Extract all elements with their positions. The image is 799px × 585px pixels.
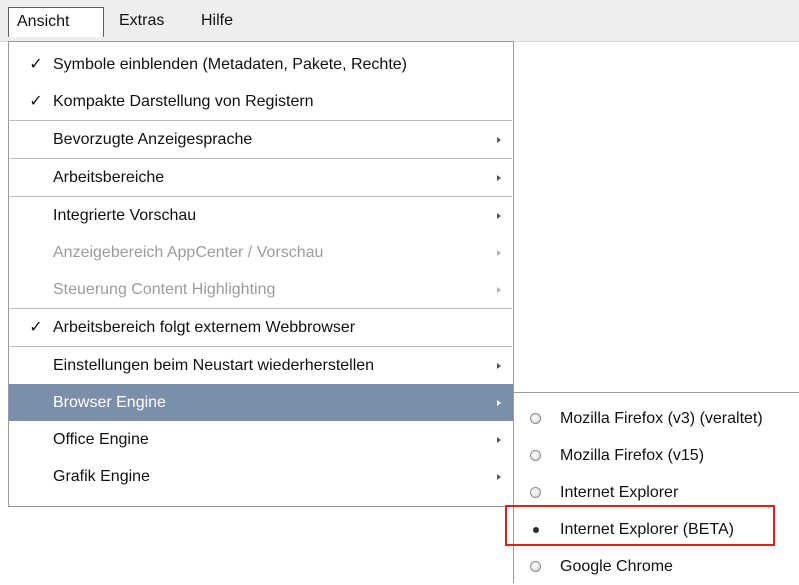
- menu-item-integrierte-vorschau[interactable]: Integrierte Vorschau: [9, 197, 513, 234]
- radio-item-label: Internet Explorer (BETA): [560, 521, 734, 538]
- checkmark-icon: ✓: [29, 56, 43, 73]
- radio-unselected-icon: [530, 413, 541, 424]
- menu-item-label: Symbole einblenden (Metadaten, Pakete, R…: [53, 56, 407, 73]
- browser-engine-submenu: Mozilla Firefox (v3) (veraltet) Mozilla …: [513, 392, 799, 583]
- menu-hilfe[interactable]: Hilfe: [193, 7, 241, 37]
- menu-item-anzeigesprache[interactable]: Bevorzugte Anzeigesprache: [9, 121, 513, 158]
- radio-unselected-icon: [530, 487, 541, 498]
- menu-item-label: Integrierte Vorschau: [53, 207, 197, 224]
- radio-selected-icon: [533, 527, 539, 533]
- menu-ansicht[interactable]: Ansicht: [8, 7, 104, 37]
- submenu-arrow-icon: [497, 250, 501, 256]
- menu-item-label: Steuerung Content Highlighting: [53, 281, 276, 298]
- radio-item-label: Google Chrome: [560, 558, 673, 575]
- menu-item-label: Arbeitsbereiche: [53, 169, 165, 186]
- menu-item-symbole-einblenden[interactable]: ✓ Symbole einblenden (Metadaten, Pakete,…: [9, 46, 513, 83]
- radio-item-label: Internet Explorer: [560, 484, 679, 501]
- submenu-arrow-icon: [497, 437, 501, 443]
- submenu-arrow-icon: [497, 175, 501, 181]
- ansicht-dropdown: ✓ Symbole einblenden (Metadaten, Pakete,…: [8, 41, 514, 507]
- submenu-arrow-icon: [497, 213, 501, 219]
- radio-unselected-icon: [530, 450, 541, 461]
- menu-item-label: Kompakte Darstellung von Registern: [53, 93, 314, 110]
- menu-item-arbeitsbereiche[interactable]: Arbeitsbereiche: [9, 159, 513, 196]
- checkmark-icon: ✓: [29, 93, 43, 110]
- menu-item-einstellungen-wiederherstellen[interactable]: Einstellungen beim Neustart wiederherste…: [9, 347, 513, 384]
- menu-item-anzeigebereich-appcenter: Anzeigebereich AppCenter / Vorschau: [9, 234, 513, 271]
- radio-item-firefox-v3[interactable]: Mozilla Firefox (v3) (veraltet): [514, 400, 799, 437]
- menu-item-arbeitsbereich-folgt-webbrowser[interactable]: ✓ Arbeitsbereich folgt externem Webbrows…: [9, 309, 513, 346]
- radio-item-internet-explorer-beta[interactable]: Internet Explorer (BETA): [514, 511, 799, 548]
- menu-item-label: Anzeigebereich AppCenter / Vorschau: [53, 244, 324, 261]
- radio-unselected-icon: [530, 561, 541, 572]
- menu-item-label: Office Engine: [53, 431, 149, 448]
- radio-item-firefox-v15[interactable]: Mozilla Firefox (v15): [514, 437, 799, 474]
- menu-item-label: Browser Engine: [53, 394, 166, 411]
- radio-item-internet-explorer[interactable]: Internet Explorer: [514, 474, 799, 511]
- menu-bar: Ansicht Extras Hilfe: [0, 0, 799, 42]
- menu-item-office-engine[interactable]: Office Engine: [9, 421, 513, 458]
- submenu-arrow-icon: [497, 400, 501, 406]
- submenu-arrow-icon: [497, 363, 501, 369]
- menu-item-grafik-engine[interactable]: Grafik Engine: [9, 458, 513, 495]
- submenu-arrow-icon: [497, 287, 501, 293]
- submenu-arrow-icon: [497, 474, 501, 480]
- menu-item-label: Grafik Engine: [53, 468, 150, 485]
- radio-item-label: Mozilla Firefox (v15): [560, 447, 705, 464]
- menu-extras[interactable]: Extras: [111, 7, 172, 37]
- checkmark-icon: ✓: [29, 319, 43, 336]
- menu-item-content-highlighting: Steuerung Content Highlighting: [9, 271, 513, 308]
- menu-item-label: Einstellungen beim Neustart wiederherste…: [53, 357, 375, 374]
- menu-item-browser-engine[interactable]: Browser Engine: [9, 384, 513, 421]
- radio-item-google-chrome[interactable]: Google Chrome: [514, 548, 799, 585]
- menu-item-label: Arbeitsbereich folgt externem Webbrowser: [53, 319, 356, 336]
- submenu-arrow-icon: [497, 137, 501, 143]
- radio-item-label: Mozilla Firefox (v3) (veraltet): [560, 410, 763, 427]
- menu-item-label: Bevorzugte Anzeigesprache: [53, 131, 253, 148]
- menu-item-kompakte-darstellung[interactable]: ✓ Kompakte Darstellung von Registern: [9, 83, 513, 120]
